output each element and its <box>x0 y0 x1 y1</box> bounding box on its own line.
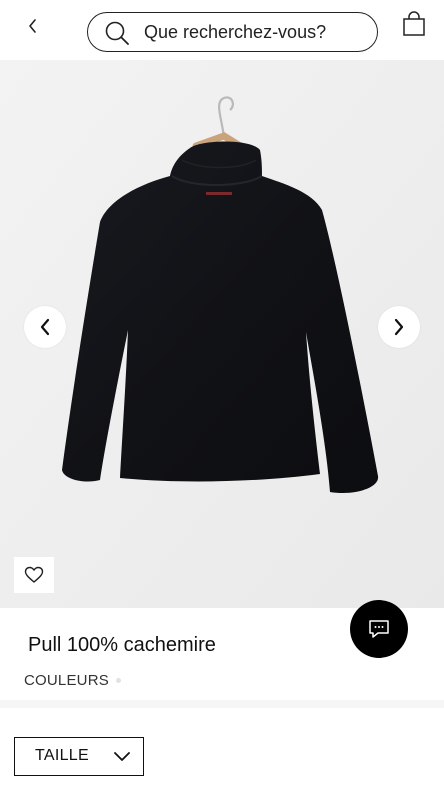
search-bar[interactable] <box>87 12 378 52</box>
favorite-button[interactable] <box>14 557 54 593</box>
back-button[interactable] <box>22 14 42 38</box>
product-image[interactable] <box>0 60 444 608</box>
search-input[interactable] <box>144 13 364 51</box>
chat-button[interactable] <box>350 600 408 658</box>
chevron-right-icon <box>394 318 404 336</box>
product-gallery[interactable] <box>0 60 444 608</box>
previous-image-button[interactable] <box>24 306 66 348</box>
product-title: Pull 100% cachemire <box>28 634 216 656</box>
chevron-left-icon <box>29 19 36 33</box>
size-label: TAILLE <box>35 747 89 764</box>
size-selector[interactable]: TAILLE <box>14 737 144 776</box>
chevron-down-icon <box>114 752 130 761</box>
chat-bubble-icon <box>369 620 389 638</box>
colors-label: COULEURS <box>24 672 109 689</box>
next-image-button[interactable] <box>378 306 420 348</box>
heart-icon <box>24 566 44 583</box>
shopping-bag-button[interactable] <box>400 10 428 38</box>
top-bar <box>0 0 444 60</box>
color-swatch[interactable] <box>116 678 121 683</box>
shopping-bag-icon <box>403 11 425 36</box>
search-icon <box>105 21 129 45</box>
section-divider <box>0 700 444 708</box>
chevron-left-icon <box>40 318 50 336</box>
